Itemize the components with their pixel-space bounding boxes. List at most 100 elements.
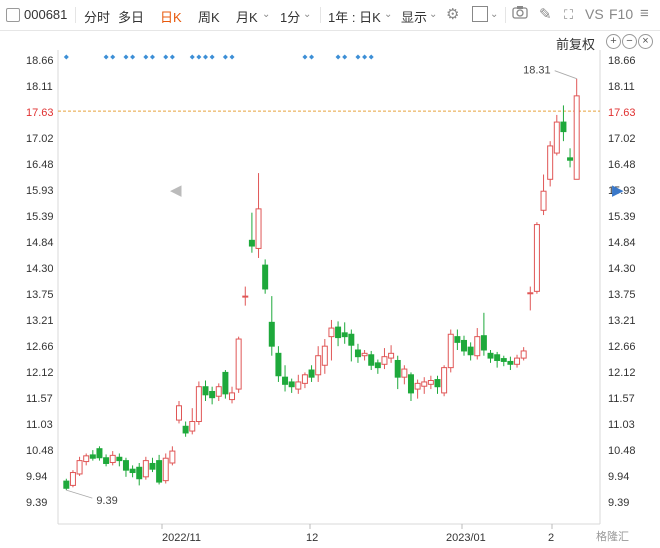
candle [441,365,448,397]
event-marker[interactable] [196,54,202,60]
candle-body [388,352,395,359]
candle-body [76,460,83,475]
candle-body [89,454,96,459]
candle-body [540,190,547,211]
candle [474,328,481,360]
candle [374,359,381,374]
candle-body [169,450,176,464]
candle [447,329,454,373]
candle [288,378,295,393]
candle-body [235,338,242,390]
candle-body [573,95,580,180]
candle-body [229,392,236,401]
candle-body [467,346,474,356]
scroll-right-icon[interactable]: ▶ [612,181,624,199]
candle-body [83,455,90,463]
candle-body [354,349,361,358]
candle-body [500,358,507,362]
candle-body [547,145,554,180]
candle [235,336,242,393]
event-marker[interactable] [342,54,348,60]
candle-body [414,382,421,390]
event-marker[interactable] [335,54,341,60]
event-marker[interactable] [355,54,361,60]
scroll-left-icon[interactable]: ◀ [170,181,182,199]
candle [401,365,408,385]
candle [308,365,315,382]
event-marker[interactable] [163,54,169,60]
candle [321,339,328,374]
candle [434,375,441,394]
candle-body [156,460,163,483]
event-marker[interactable] [209,54,215,60]
candle [540,174,547,216]
candle [494,351,501,368]
candle-body [202,386,209,396]
candle-body [454,336,461,343]
candle [553,114,560,156]
candle [242,286,249,306]
candle [69,470,76,488]
candle [461,335,468,356]
candle [507,356,514,371]
event-marker[interactable] [63,54,69,60]
candle-body [520,350,527,359]
candle-body [527,292,534,295]
candle-body [142,460,149,478]
event-marker[interactable] [149,54,155,60]
candle [514,354,521,368]
event-marker[interactable] [169,54,175,60]
candle-body [474,336,481,357]
candle-body [175,405,182,421]
event-marker[interactable] [203,54,209,60]
candle-body [189,421,196,432]
candle-body [242,295,249,298]
candle [76,456,83,476]
candle-body [381,356,388,365]
candle-body [533,224,540,292]
candle [229,386,236,404]
event-marker[interactable] [229,54,235,60]
candle [136,462,143,486]
candle [487,349,494,363]
candle-body [335,326,342,339]
event-marker[interactable] [222,54,228,60]
event-marker[interactable] [123,54,129,60]
candle-body [182,425,189,434]
event-marker[interactable] [368,54,374,60]
candle-body [122,460,129,471]
event-marker[interactable] [302,54,308,60]
candle-body [96,448,103,459]
candle-body [441,367,448,394]
candle [394,355,401,390]
candle-body [348,333,355,346]
event-marker[interactable] [309,54,315,60]
candle-body [421,381,428,387]
candle [215,383,222,402]
event-marker[interactable] [189,54,195,60]
event-marker[interactable] [103,54,109,60]
candle [262,259,269,294]
event-marker[interactable] [362,54,368,60]
candle-body [447,333,454,369]
event-marker[interactable] [130,54,136,60]
candle [388,345,395,363]
x-tick: 2 [548,532,555,544]
candle-body [560,121,567,133]
candle [480,312,487,356]
x-tick: 12 [306,532,319,544]
candle [248,212,255,253]
candle [533,222,540,294]
candle-body [262,264,269,290]
candle [63,478,70,491]
x-tick: 2023/01 [446,532,486,544]
candle [454,329,461,350]
event-marker[interactable] [110,54,116,60]
candle [361,349,368,361]
candle-body [129,468,136,474]
event-marker[interactable] [143,54,149,60]
candle [89,450,96,461]
candle-body [116,456,123,462]
candle [467,342,474,361]
low-label: 9.39 [96,495,117,507]
